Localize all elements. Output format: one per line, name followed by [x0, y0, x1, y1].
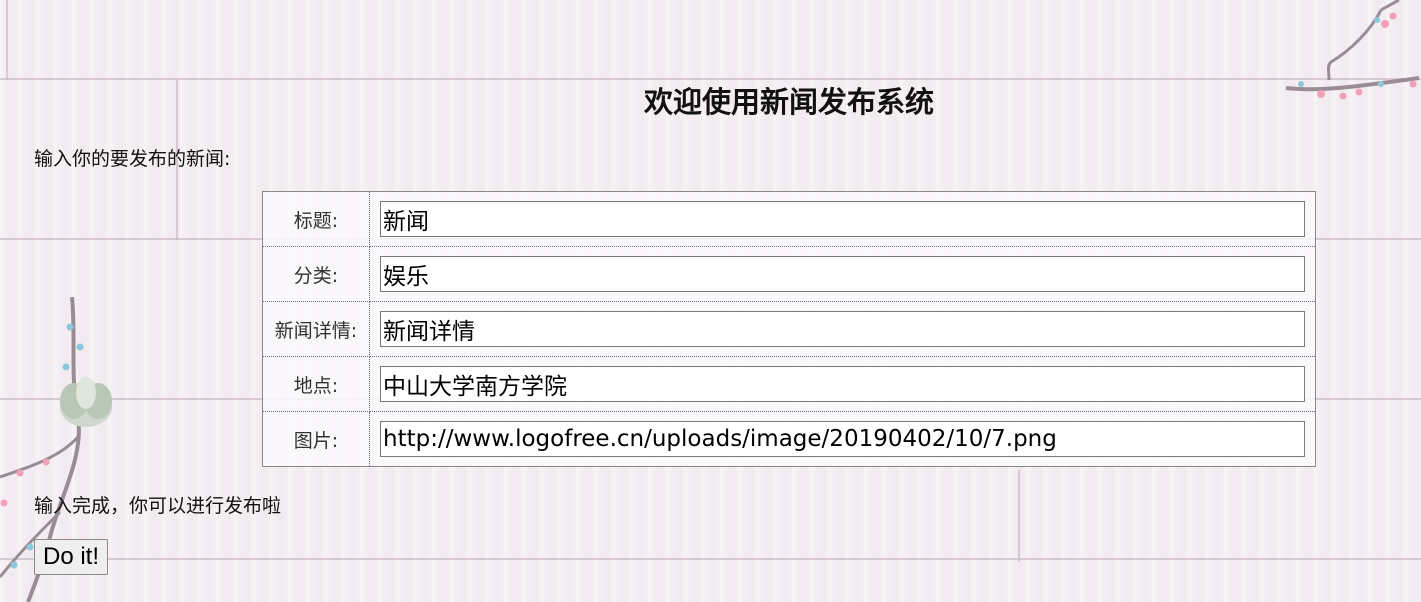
field-label-details: 新闻详情:	[262, 301, 370, 357]
details-input[interactable]	[380, 311, 1305, 347]
form-row-details: 新闻详情:	[262, 301, 1316, 357]
submit-button[interactable]: Do it!	[34, 539, 109, 575]
location-input[interactable]	[380, 366, 1305, 402]
done-text: 输入完成，你可以进行发布啦	[34, 495, 282, 517]
category-input[interactable]	[380, 256, 1305, 292]
field-label-category: 分类:	[262, 246, 370, 302]
field-label-image: 图片:	[262, 411, 370, 467]
intro-text: 输入你的要发布的新闻:	[34, 148, 231, 170]
title-input[interactable]	[380, 201, 1305, 237]
page: { "header": { "title": "欢迎使用新闻发布系统" }, "…	[0, 0, 1421, 602]
form-row-image: 图片:	[262, 411, 1316, 467]
form-row-title: 标题:	[262, 191, 1316, 247]
form-row-category: 分类:	[262, 246, 1316, 302]
plank-seam	[6, 0, 8, 80]
form-row-location: 地点:	[262, 356, 1316, 412]
field-label-title: 标题:	[262, 191, 370, 247]
field-label-location: 地点:	[262, 356, 370, 412]
page-title: 欢迎使用新闻发布系统	[643, 85, 934, 119]
news-form-table: 标题: 分类: 新闻详情: 地点: 图片:	[262, 191, 1316, 467]
plank-seam	[1018, 470, 1020, 562]
image-url-input[interactable]	[380, 421, 1305, 457]
